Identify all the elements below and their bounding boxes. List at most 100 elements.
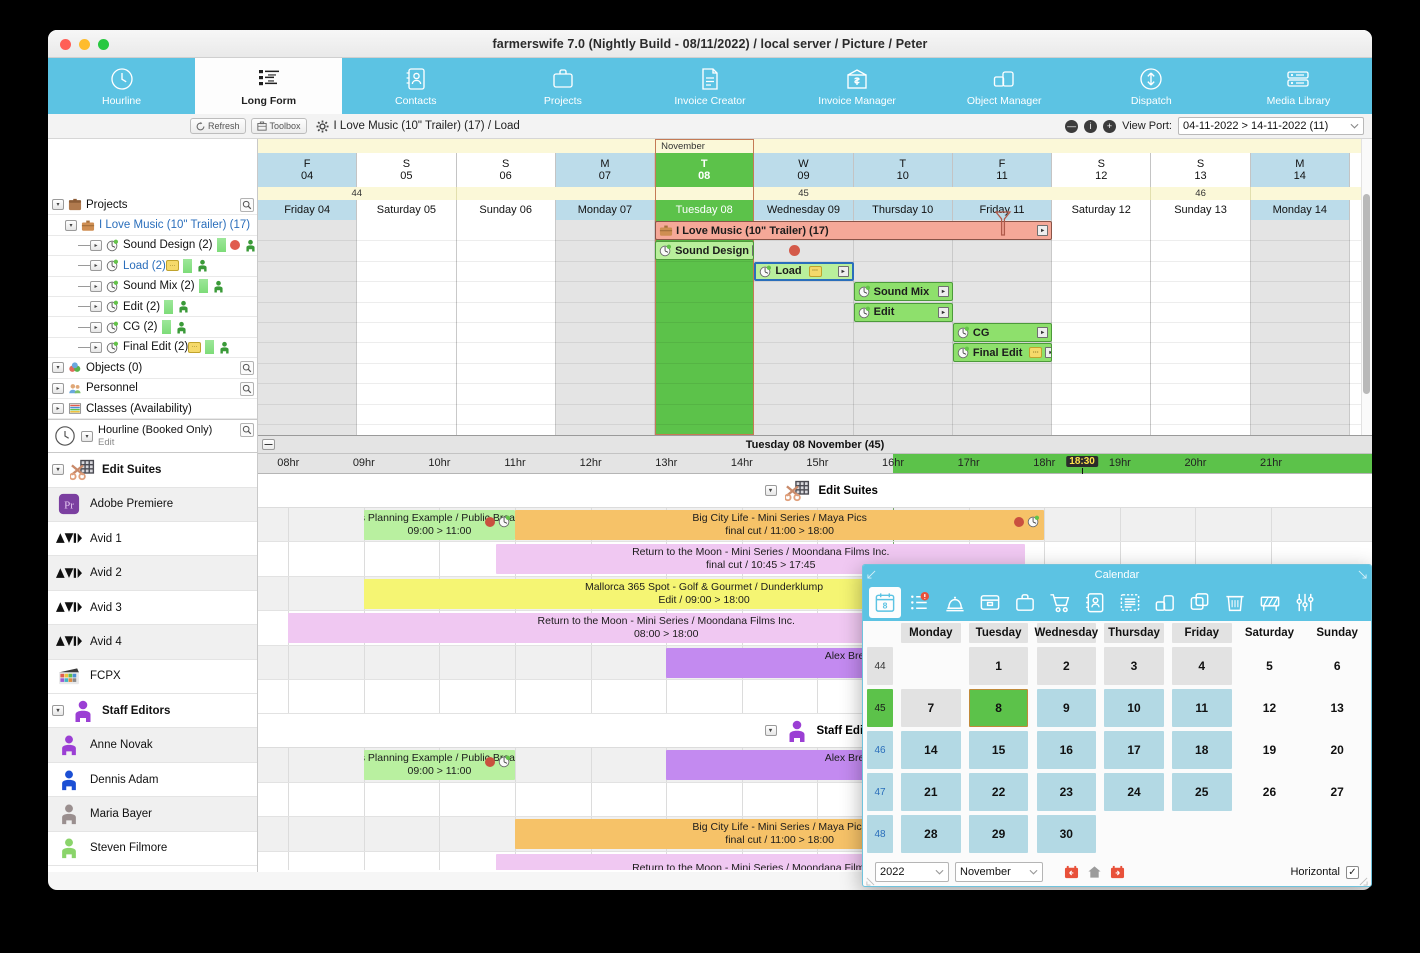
calendar-day-cell[interactable]: 12 [1236,689,1304,727]
tree-item-sound-mix-2[interactable]: ▸ Sound Mix (2) [48,277,257,297]
calendar-day-cell[interactable] [1236,815,1304,853]
calendar-day-cell[interactable]: 30 [1032,815,1100,853]
calendar-day-cell[interactable] [1303,815,1371,853]
window-controls[interactable] [60,39,109,50]
hour-ruler[interactable]: 08hr 09hr 10hr 11hr 12hr 13hr 14hr 15hr 16hr 17hr… [258,454,1372,476]
next-month-button[interactable] [1109,865,1126,880]
calendar-window[interactable]: Calendar 8 Monday Tuesday Wednesday Thursda… [862,564,1372,887]
month-select[interactable]: November [955,862,1043,882]
calendar-day-number[interactable]: 13 [1307,689,1367,727]
calendar-day-number[interactable]: 29 [968,815,1029,853]
calendar-day-number[interactable]: 26 [1240,773,1300,811]
resize-handle-bl-icon[interactable] [866,877,875,886]
calendar-tool-list[interactable] [1114,587,1146,618]
main-nav[interactable]: Hourline Long Form Contacts Projects Invoice… [48,58,1372,114]
day-header-12[interactable]: S 12 [1052,153,1152,187]
calendar-tool-barrier[interactable] [1254,587,1286,618]
nav-tab-projects[interactable]: Projects [489,58,636,114]
day-header-07[interactable]: M 07 [555,153,656,187]
tree-item-projects[interactable]: ▾ Projects [48,195,257,216]
day-header-06[interactable]: S 06 [456,153,556,187]
calendar-day-number[interactable]: 14 [901,731,961,769]
resource-row-avid-3[interactable]: Avid 3 [48,591,257,626]
calendar-day-number[interactable]: 16 [1036,731,1097,769]
toolbox-button[interactable]: Toolbox [250,118,307,134]
calendar-day-number[interactable]: 12 [1240,689,1300,727]
minimize-button[interactable] [79,39,90,50]
day-header-09[interactable]: W 09 [754,153,854,187]
tree-twisty[interactable]: ▾ [52,199,64,211]
calendar-day-cell[interactable]: 1 [965,647,1033,685]
day-name-13[interactable]: Sunday 13 [1151,200,1251,220]
calendar-day-number[interactable]: 28 [901,815,961,853]
nav-tab-invoice-manager[interactable]: Invoice Manager [784,58,931,114]
day-name-09[interactable]: Wednesday 09 [754,200,854,220]
calendar-day-number[interactable]: 23 [1036,773,1097,811]
tree-item-final-edit-2[interactable]: ▸ Final Edit (2) ··· [48,338,257,359]
day-name-06[interactable]: Sunday 06 [456,200,556,220]
calendar-day-cell[interactable] [897,647,965,685]
day-header-13[interactable]: S 13 [1151,153,1251,187]
longform-event[interactable]: Sound Mix ▸ [853,282,953,302]
calendar-day-cell[interactable]: 18 [1168,731,1236,769]
day-name-04[interactable]: Friday 04 [258,200,358,220]
calendar-day-cell[interactable]: 9 [1032,689,1100,727]
resource-row-avid-1[interactable]: Avid 1 [48,522,257,557]
calendar-day-cell[interactable]: 25 [1168,773,1236,811]
tree-twisty[interactable]: ▸ [90,280,102,292]
event-menu-button[interactable]: ▸ [837,265,849,277]
orientation-control[interactable]: Horizontal ✓ [1290,865,1359,879]
calendar-day-number[interactable]: 20 [1307,731,1367,769]
calendar-day-number[interactable]: 11 [1171,689,1232,727]
calendar-day-cell[interactable]: 29 [965,815,1033,853]
nav-tab-invoice-creator[interactable]: Invoice Creator [636,58,783,114]
nav-tab-contacts[interactable]: Contacts [342,58,489,114]
calendar-day-number[interactable]: 10 [1104,689,1164,727]
viewport-select[interactable]: 04-11-2022 > 14-11-2022 (11) [1178,117,1364,135]
calendar-day-cell[interactable]: 22 [965,773,1033,811]
calendar-tool-archive-box[interactable] [974,587,1006,618]
resource-row-adobe-premiere[interactable]: Pr Adobe Premiere [48,487,257,523]
close-button[interactable] [60,39,71,50]
group-twisty[interactable]: ▾ [764,485,777,496]
calendar-day-number[interactable] [1104,815,1164,853]
nav-tab-dispatch[interactable]: Dispatch [1078,58,1225,114]
calendar-day-number[interactable] [1307,815,1367,853]
note-icon[interactable]: ··· [1029,347,1043,359]
tree-item-load-2[interactable]: ▸ Load (2) ··· [48,256,257,277]
group-twisty[interactable]: ▾ [764,725,777,737]
orientation-checkbox[interactable]: ✓ [1346,865,1359,879]
long-form-scrollbar[interactable] [1363,194,1370,394]
tree-twisty[interactable]: ▸ [90,239,102,251]
tree-twisty[interactable]: ▸ [52,382,64,394]
longform-event[interactable]: Sound Design▸ [655,241,755,261]
nav-tab-long-form[interactable]: Long Form [195,58,343,114]
tree-search-button[interactable] [240,361,254,376]
calendar-day-number[interactable] [901,647,961,685]
year-select[interactable]: 2022 [875,862,949,882]
calendar-day-cell[interactable]: 23 [1032,773,1100,811]
tree-search-button[interactable] [240,198,254,212]
day-name-05[interactable]: Saturday 05 [357,200,457,220]
hourline-search-button[interactable] [240,423,254,438]
calendar-day-number[interactable]: 8 [968,689,1029,727]
today-button[interactable] [1086,865,1103,880]
calendar-day-cell[interactable]: 4 [1168,647,1236,685]
note-icon[interactable]: ··· [165,260,179,272]
day-name-08[interactable]: Tuesday 08 [655,200,755,220]
resource-row-staff-editors[interactable]: ▾ Staff Editors [48,694,257,729]
note-icon[interactable]: ··· [188,341,202,353]
resource-row-fcpx[interactable]: FCPX [48,660,257,695]
collapse-button[interactable]: — [262,439,275,450]
resize-handle-tl-icon[interactable] [867,570,876,579]
nav-tab-hourline[interactable]: Hourline [48,58,195,114]
calendar-day-cell[interactable]: 19 [1236,731,1304,769]
tree-item-classes-availability[interactable]: ▸ Classes (Availability) [48,399,257,420]
calendar-day-cell[interactable]: 6 [1303,647,1371,685]
calendar-tool-bell[interactable] [939,587,971,618]
maximize-button[interactable] [98,39,109,50]
calendar-day-number[interactable]: 19 [1240,731,1300,769]
calendar-day-cell[interactable]: 15 [965,731,1033,769]
calendar-day-number[interactable]: 4 [1171,647,1232,685]
calendar-day-number[interactable] [1172,815,1232,853]
